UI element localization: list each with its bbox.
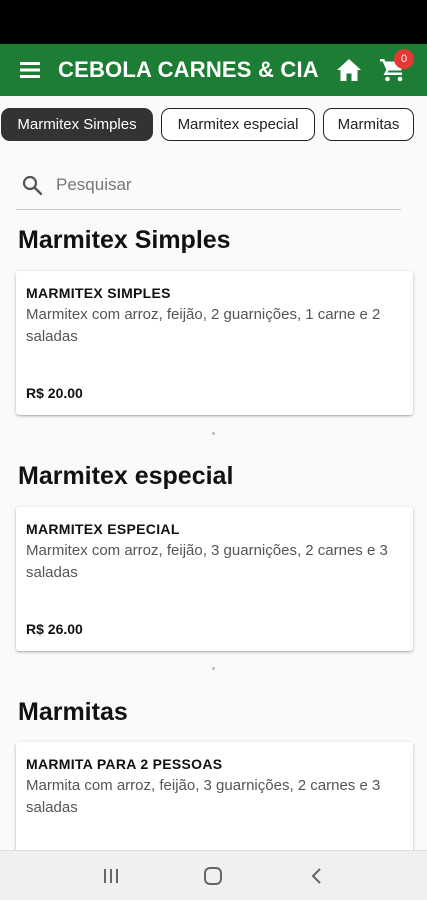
search-icon	[18, 171, 46, 199]
menu-button[interactable]	[8, 44, 52, 96]
product-card[interactable]: MARMITEX ESPECIAL Marmitex com arroz, fe…	[16, 507, 413, 651]
tab-marmitas[interactable]: Marmitas	[323, 108, 414, 141]
back-icon	[311, 867, 321, 884]
product-card[interactable]: MARMITEX SIMPLES Marmitex com arroz, fei…	[16, 271, 413, 415]
menu-icon	[20, 62, 40, 78]
system-nav-bar	[0, 850, 427, 900]
tab-marmitex-especial[interactable]: Marmitex especial	[161, 108, 315, 141]
product-description: Marmita com arroz, feijão, 3 guarnições,…	[26, 777, 381, 816]
cart-count-badge: 0	[394, 49, 414, 69]
product-name: MARMITEX ESPECIAL	[26, 521, 180, 537]
recents-button[interactable]	[91, 856, 131, 896]
nav-home-icon	[204, 866, 223, 885]
search-bar	[16, 160, 401, 210]
home-icon	[337, 59, 361, 81]
app-bar: CEBOLA CARNES & CIA 0	[0, 44, 427, 96]
section-title-marmitex-especial: Marmitex especial	[18, 462, 234, 490]
section-title-marmitex-simples: Marmitex Simples	[18, 226, 231, 254]
search-input[interactable]	[56, 174, 376, 195]
nav-home-button[interactable]	[193, 856, 233, 896]
cart-button[interactable]: 0	[376, 49, 414, 86]
app-title: CEBOLA CARNES & CIA	[58, 57, 319, 82]
product-name: MARMITEX SIMPLES	[26, 285, 171, 301]
tab-marmitex-simples[interactable]: Marmitex Simples	[1, 108, 153, 141]
product-description: Marmitex com arroz, feijão, 3 guarnições…	[26, 542, 388, 581]
product-name: MARMITA PARA 2 PESSOAS	[26, 756, 223, 772]
recents-icon	[104, 868, 119, 883]
product-card[interactable]: MARMITA PARA 2 PESSOAS Marmita com arroz…	[16, 742, 413, 862]
product-description: Marmitex com arroz, feijão, 2 guarnições…	[26, 306, 381, 345]
divider-dot	[212, 432, 215, 435]
product-price: R$ 26.00	[26, 621, 83, 637]
section-title-marmitas: Marmitas	[18, 698, 128, 726]
category-tabs: Marmitex Simples Marmitex especial Marmi…	[0, 108, 427, 142]
divider-dot	[212, 667, 215, 670]
status-bar	[0, 0, 427, 44]
back-button[interactable]	[296, 856, 336, 896]
product-price: R$ 20.00	[26, 385, 83, 401]
home-button[interactable]	[333, 54, 365, 86]
